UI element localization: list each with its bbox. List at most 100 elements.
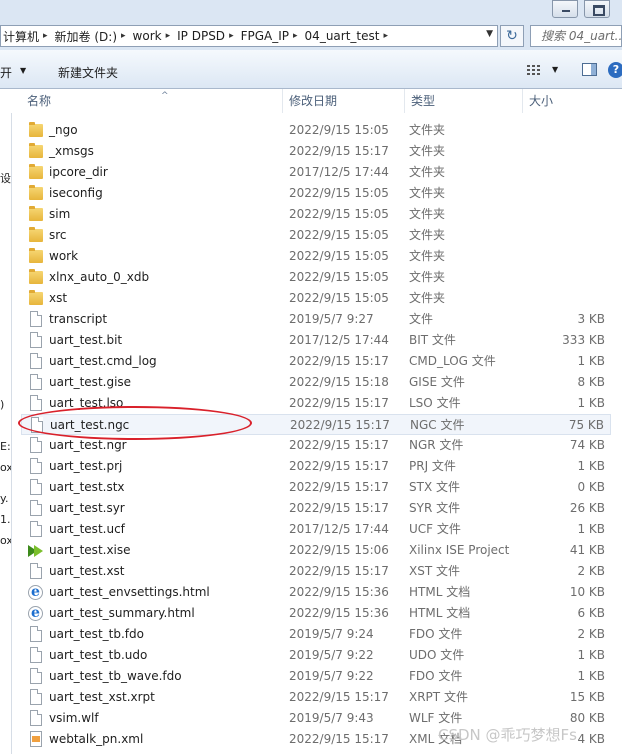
nav-fragment[interactable]: 1.: [0, 513, 11, 526]
file-type: XRPT 文件: [409, 690, 468, 704]
file-date: 2017/12/5 17:44: [289, 165, 389, 179]
nav-fragment[interactable]: E:): [0, 440, 11, 453]
file-row[interactable]: uart_test.cmd_log 2022/9/15 15:17 CMD_LOG …: [21, 351, 611, 372]
file-row[interactable]: uart_test.syr 2022/9/15 15:17 SYR 文件 26 KB: [21, 498, 611, 519]
ie-icon: [28, 603, 43, 624]
watermark: CSDN @乖巧梦想Fs: [438, 726, 577, 744]
window-title-bar: [0, 0, 622, 22]
file-date: 2022/9/15 15:17: [289, 396, 389, 410]
file-name: sim: [49, 207, 71, 221]
file-date: 2022/9/15 15:17: [289, 501, 389, 515]
chevron-right-icon[interactable]: ▸: [229, 31, 239, 41]
file-name: uart_test_envsettings.html: [49, 585, 210, 599]
file-size: 1 KB: [577, 648, 605, 662]
file-row[interactable]: uart_test.prj 2022/9/15 15:17 PRJ 文件 1 KB: [21, 456, 611, 477]
chevron-right-icon[interactable]: ▸: [121, 31, 131, 41]
file-date: 2022/9/15 15:05: [289, 123, 389, 137]
file-row[interactable]: uart_test.bit 2017/12/5 17:44 BIT 文件 333 KB: [21, 330, 611, 351]
file-type: NGC 文件: [410, 418, 465, 432]
file-date: 2022/9/15 15:17: [289, 690, 389, 704]
column-header-date[interactable]: 修改日期: [283, 89, 405, 113]
file-row[interactable]: sim 2022/9/15 15:05 文件夹: [21, 204, 611, 225]
file-name: uart_test.bit: [49, 333, 123, 347]
refresh-button[interactable]: ↻: [500, 25, 524, 47]
preview-pane-icon[interactable]: [582, 63, 597, 76]
file-row[interactable]: uart_test.xise 2022/9/15 15:06 Xilinx ISE …: [21, 540, 611, 561]
file-type: 文件夹: [409, 228, 446, 242]
file-row[interactable]: uart_test_xst.xrpt 2022/9/15 15:17 XRPT 文件…: [21, 687, 611, 708]
search-input[interactable]: 搜索 04_uart...: [530, 25, 622, 47]
chevron-right-icon[interactable]: ▸: [293, 31, 303, 41]
view-options-icon[interactable]: [527, 65, 542, 76]
file-row[interactable]: uart_test_tb_wave.fdo 2019/5/7 9:22 FDO 文件…: [21, 666, 611, 687]
chevron-down-icon[interactable]: ▼: [552, 65, 558, 74]
file-row[interactable]: uart_test.gise 2022/9/15 15:18 GISE 文件 8 KB: [21, 372, 611, 393]
file-row[interactable]: uart_test_tb.udo 2019/5/7 9:22 UDO 文件 1 KB: [21, 645, 611, 666]
nav-fragment[interactable]: ox: [0, 534, 11, 547]
file-row[interactable]: work 2022/9/15 15:05 文件夹: [21, 246, 611, 267]
navigation-pane[interactable]: 设 ) E:) ox y. 1. ox: [0, 89, 12, 754]
file-row[interactable]: ipcore_dir 2017/12/5 17:44 文件夹: [21, 162, 611, 183]
file-name: uart_test.syr: [49, 501, 125, 515]
nav-fragment[interactable]: 设: [0, 170, 11, 186]
file-row[interactable]: uart_test.ucf 2017/12/5 17:44 UCF 文件 1 KB: [21, 519, 611, 540]
nav-fragment[interactable]: y.: [0, 492, 8, 505]
file-date: 2022/9/15 15:05: [289, 186, 389, 200]
file-row[interactable]: uart_test.stx 2022/9/15 15:17 STX 文件 0 KB: [21, 477, 611, 498]
chevron-down-icon[interactable]: ▼: [20, 66, 26, 75]
file-name: uart_test_xst.xrpt: [49, 690, 155, 704]
chevron-right-icon[interactable]: ▸: [166, 31, 176, 41]
maximize-button[interactable]: [584, 0, 610, 18]
nav-fragment[interactable]: ox: [0, 461, 11, 474]
file-size: 0 KB: [577, 480, 605, 494]
file-icon: [30, 353, 42, 369]
file-type: 文件夹: [409, 186, 446, 200]
breadcrumb-computer[interactable]: 计算机: [1, 28, 43, 45]
file-row[interactable]: transcript 2019/5/7 9:27 文件 3 KB: [21, 309, 611, 330]
breadcrumb-04-uart-test[interactable]: 04_uart_test: [303, 29, 384, 43]
file-date: 2019/5/7 9:43: [289, 711, 374, 725]
file-row[interactable]: uart_test_summary.html 2022/9/15 15:36 HTM…: [21, 603, 611, 624]
file-row[interactable]: xst 2022/9/15 15:05 文件夹: [21, 288, 611, 309]
open-button[interactable]: 开: [0, 64, 12, 81]
ie-icon: [28, 582, 43, 603]
file-type: GISE 文件: [409, 375, 465, 389]
file-row[interactable]: src 2022/9/15 15:05 文件夹: [21, 225, 611, 246]
file-row[interactable]: uart_test.xst 2022/9/15 15:17 XST 文件 2 KB: [21, 561, 611, 582]
file-date: 2022/9/15 15:17: [289, 144, 389, 158]
file-row[interactable]: uart_test_envsettings.html 2022/9/15 15:3…: [21, 582, 611, 603]
file-date: 2022/9/15 15:17: [289, 354, 389, 368]
file-type: HTML 文档: [409, 606, 471, 620]
address-bar[interactable]: 计算机 ▸ 新加卷 (D:) ▸ work ▸ IP DPSD ▸ FPGA_IP ▸ 0…: [0, 25, 498, 47]
refresh-icon: ↻: [506, 28, 518, 44]
new-folder-button[interactable]: 新建文件夹: [58, 64, 118, 81]
file-date: 2022/9/15 15:05: [289, 291, 389, 305]
xml-icon: [30, 731, 42, 747]
file-icon: [30, 374, 42, 390]
file-row[interactable]: _xmsgs 2022/9/15 15:17 文件夹: [21, 141, 611, 162]
breadcrumb-drive[interactable]: 新加卷 (D:): [53, 28, 121, 45]
file-row[interactable]: uart_test_tb.fdo 2019/5/7 9:24 FDO 文件 2 KB: [21, 624, 611, 645]
chevron-right-icon[interactable]: ▸: [43, 31, 53, 41]
help-icon[interactable]: ?: [608, 62, 622, 78]
file-type: 文件夹: [409, 270, 446, 284]
nav-fragment[interactable]: ): [0, 398, 4, 411]
breadcrumb-work[interactable]: work: [131, 29, 166, 43]
breadcrumb-fpga-ip[interactable]: FPGA_IP: [239, 29, 293, 43]
column-header-size[interactable]: 大小: [523, 89, 611, 113]
breadcrumb-ip-dpsd[interactable]: IP DPSD: [175, 29, 229, 43]
file-row[interactable]: _ngo 2022/9/15 15:05 文件夹: [21, 120, 611, 141]
chevron-right-icon[interactable]: ▸: [383, 31, 393, 41]
chevron-down-icon[interactable]: ▼: [486, 29, 493, 39]
column-header-type[interactable]: 类型: [405, 89, 523, 113]
file-date: 2019/5/7 9:22: [289, 669, 374, 683]
file-row[interactable]: iseconfig 2022/9/15 15:05 文件夹: [21, 183, 611, 204]
file-name: uart_test.prj: [49, 459, 123, 473]
file-date: 2022/9/15 15:05: [289, 270, 389, 284]
column-header-name[interactable]: 名称 ^: [21, 89, 283, 113]
minimize-button[interactable]: [552, 0, 578, 18]
file-type: NGR 文件: [409, 438, 464, 452]
file-date: 2022/9/15 15:17: [289, 438, 389, 452]
file-row[interactable]: xlnx_auto_0_xdb 2022/9/15 15:05 文件夹: [21, 267, 611, 288]
file-type: 文件夹: [409, 207, 446, 221]
